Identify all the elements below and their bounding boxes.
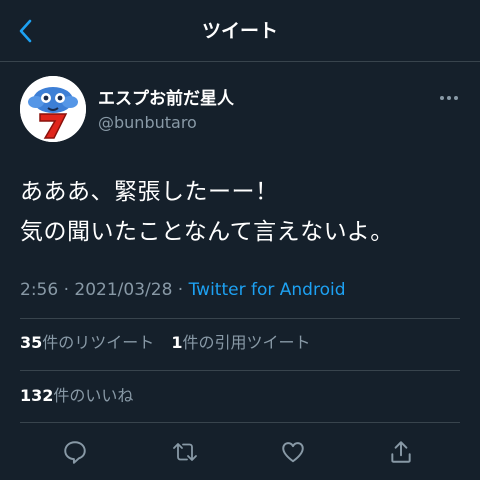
quotes-stat[interactable]: 1件の引用ツイート [171,333,310,352]
likes-label: 件のいいね [53,386,134,405]
top-bar: ツイート [0,0,480,62]
tweet-line: 気の聞いたことなんて言えないよ。 [20,219,394,245]
meta-separator: · [63,280,69,300]
tweet-date[interactable]: 2021/03/28 [74,280,172,300]
page-title: ツイート [201,20,278,42]
share-button[interactable] [387,438,415,466]
meta-separator: · [177,280,184,300]
divider [20,318,460,319]
tweet-line: あああ、緊張したーー！ [20,179,279,205]
retweets-count: 35 [20,333,43,352]
more-button[interactable] [438,88,460,108]
retweets-stat[interactable]: 35件のリツイート [20,333,154,352]
retweets-label: 件のリツイート [42,333,155,352]
retweet-stats: 35件のリツイート 1件の引用ツイート [20,331,311,355]
like-button[interactable] [279,438,307,466]
more-horizontal-icon [440,96,458,100]
quotes-label: 件の引用ツイート [182,333,311,352]
reply-icon [64,441,86,464]
tweet-text: あああ、緊張したーー！ 気の聞いたことなんて言えないよ。 [20,172,460,252]
divider [20,422,460,423]
likes-stat[interactable]: 132件のいいね [20,386,133,405]
avatar[interactable] [20,76,86,142]
divider [20,370,460,371]
retweet-icon [173,443,197,461]
reply-button[interactable] [61,438,89,466]
tweet-metadata: 2:56 · 2021/03/28 · Twitter for Android [20,278,346,302]
tweet-source-link[interactable]: Twitter for Android [189,280,346,300]
like-stats: 132件のいいね [20,384,133,408]
like-icon [282,442,304,463]
quotes-count: 1 [171,333,183,352]
author-name[interactable]: エスプお前だ星人 [98,88,234,110]
retweet-button[interactable] [171,438,199,466]
author-handle[interactable]: @bunbutaro [98,113,197,133]
share-icon [391,441,411,463]
likes-count: 132 [20,386,54,405]
tweet-time[interactable]: 2:56 [20,280,58,300]
alien-avatar-icon [20,76,86,142]
action-bar [0,432,480,472]
